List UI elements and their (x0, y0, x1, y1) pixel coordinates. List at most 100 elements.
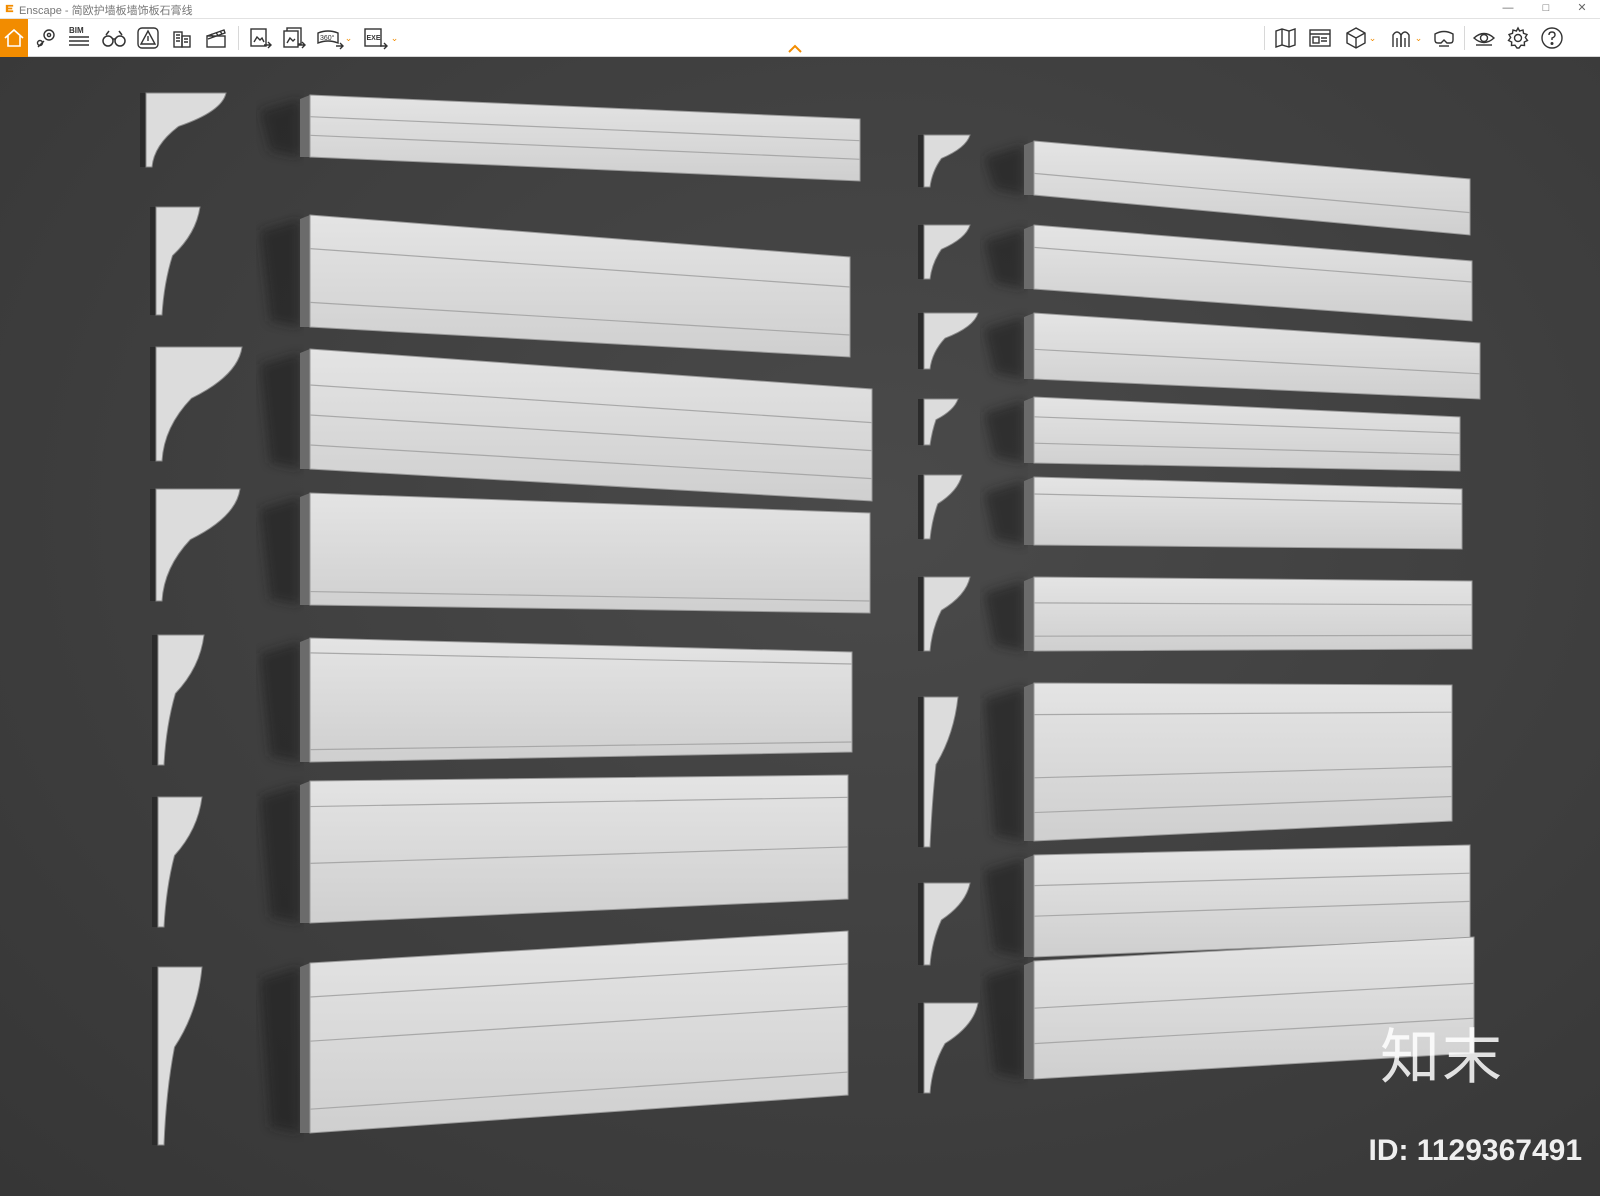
minimize-button[interactable]: — (1490, 0, 1526, 18)
maximize-icon: □ (1542, 2, 1550, 14)
exe-export-icon: EXE (364, 28, 388, 50)
render-viewport[interactable]: 知末 ID: 1129367491 (0, 57, 1600, 1196)
molding-strip (260, 348, 873, 502)
molding-strip (984, 312, 1481, 400)
settings-button[interactable] (1504, 23, 1532, 53)
toolbar-separator (1264, 26, 1265, 50)
chevron-down-icon: ⌄ (1368, 32, 1377, 43)
capture-icon (1309, 29, 1331, 47)
visibility-button[interactable] (1470, 23, 1498, 53)
map-button[interactable] (1272, 23, 1300, 53)
materials-button[interactable]: ⌄ (1386, 23, 1426, 53)
clapperboard-icon (206, 29, 226, 48)
molding-strip (260, 94, 861, 182)
minimap-button[interactable] (100, 23, 128, 53)
molding-strip (984, 476, 1463, 550)
molding-profile (918, 134, 971, 188)
map-icon (1275, 28, 1296, 48)
window-title: Enscape - 简欧护墙板墙饰板石膏线 (19, 2, 193, 18)
chevron-down-icon: ⌄ (1414, 32, 1423, 43)
molding-profile (918, 576, 971, 652)
map-pin-icon (36, 29, 55, 48)
molding-profile (918, 1002, 979, 1094)
molding-profile (140, 92, 227, 168)
molding-strip (984, 224, 1473, 322)
binoculars-icon (102, 30, 126, 47)
atmosphere-icon (137, 27, 159, 49)
molding-strip (984, 682, 1453, 842)
bim-info-button[interactable]: BIM (66, 23, 92, 53)
title-separator: - (61, 5, 72, 17)
toolbar-separator (238, 26, 239, 50)
minimize-icon: — (1502, 2, 1514, 14)
vr-headset-button[interactable] (1430, 23, 1458, 53)
molding-scene (140, 92, 1481, 1146)
molding-strip (260, 930, 849, 1134)
molding-strip (260, 214, 851, 358)
batch-export-icon (283, 27, 306, 49)
molding-profile (918, 224, 971, 280)
molding-profile (918, 312, 979, 370)
app-name: Enscape (19, 5, 62, 17)
close-icon: ✕ (1577, 2, 1587, 14)
window-title-bar: Enscape - 简欧护墙板墙饰板石膏线 — □ ✕ (0, 0, 1600, 19)
atmosphere-button[interactable] (134, 23, 162, 53)
molding-profile (152, 966, 203, 1146)
panorama-360-icon: 360° (317, 30, 344, 50)
image-export-icon (250, 28, 272, 49)
arch-icon (1392, 31, 1410, 47)
molding-strip (984, 140, 1471, 236)
molding-profile (150, 346, 243, 462)
bim-icon: BIM (69, 26, 89, 46)
home-button[interactable] (0, 19, 28, 57)
molding-profile (150, 488, 241, 602)
maximize-button[interactable]: □ (1528, 0, 1564, 18)
molding-profile (918, 696, 959, 848)
molding-strip (984, 396, 1461, 472)
exe-export-button[interactable]: EXE ⌄ (360, 23, 400, 53)
view-cube-button[interactable]: ⌄ (1340, 23, 1380, 53)
view-management-button[interactable] (34, 23, 60, 53)
molding-strips-left (260, 94, 873, 1134)
capture-button[interactable] (1306, 23, 1334, 53)
gear-icon (1507, 26, 1529, 49)
molding-profile (152, 796, 203, 928)
eye-icon (1472, 32, 1496, 46)
molding-profile (150, 206, 201, 316)
molding-profile (918, 398, 959, 446)
chevron-up-icon (788, 44, 802, 53)
watermark-brand: 知末 (1380, 1023, 1504, 1093)
molding-profiles-right (918, 134, 979, 1094)
vr-headset-icon (1434, 30, 1454, 47)
help-button[interactable] (1538, 23, 1566, 53)
chevron-down-icon: ⌄ (390, 32, 399, 43)
screenshot-button[interactable] (246, 23, 274, 53)
molding-profiles-left (140, 92, 243, 1146)
molding-strip (984, 844, 1471, 958)
help-icon (1541, 27, 1563, 49)
cube-icon (1346, 27, 1366, 49)
panorama-label: 360° (320, 34, 335, 42)
molding-profile (918, 882, 971, 966)
bim-label: BIM (69, 26, 84, 35)
panorama-button[interactable]: 360° ⌄ (314, 23, 354, 53)
toolbar-separator (1464, 26, 1465, 50)
molding-profile (918, 474, 963, 540)
molding-strips-right (984, 140, 1481, 1080)
molding-strip (260, 492, 871, 614)
asset-library-button[interactable] (168, 23, 196, 53)
batch-render-button[interactable] (280, 23, 308, 53)
molding-strip (260, 774, 849, 924)
molding-strip (984, 576, 1473, 652)
chevron-down-icon: ⌄ (344, 32, 353, 43)
molding-strip (260, 637, 853, 763)
exe-label: EXE (366, 35, 380, 42)
collapse-toolbar-button[interactable] (788, 40, 802, 58)
home-icon (4, 28, 24, 47)
watermark-id: ID: 1129367491 (1368, 1134, 1582, 1167)
close-button[interactable]: ✕ (1564, 0, 1600, 18)
molding-profile (152, 634, 205, 766)
document-title: 简欧护墙板墙饰板石膏线 (71, 5, 193, 17)
video-editor-button[interactable] (202, 23, 230, 53)
enscape-logo-icon (5, 4, 14, 13)
